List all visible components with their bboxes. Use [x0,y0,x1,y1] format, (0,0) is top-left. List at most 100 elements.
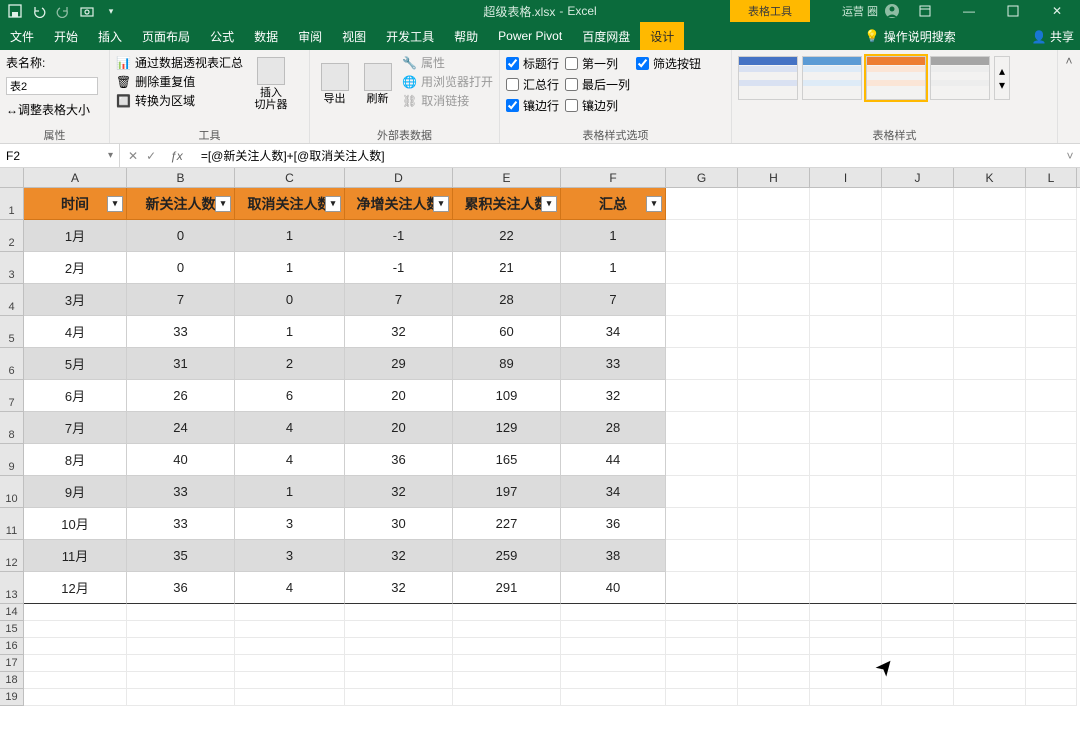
cell[interactable] [954,284,1026,316]
cell[interactable] [882,672,954,689]
chk-banded-cols[interactable]: 镶边列 [565,97,630,114]
cell[interactable] [954,572,1026,604]
row-header[interactable]: 16 [0,638,24,655]
cell[interactable]: 33 [127,476,235,508]
style-thumb-4[interactable] [930,56,990,100]
cell[interactable] [882,540,954,572]
cell[interactable]: 36 [127,572,235,604]
cell[interactable] [882,380,954,412]
cell[interactable]: 净增关注人数▾ [345,188,453,220]
cell[interactable] [1026,444,1077,476]
cell[interactable] [1026,508,1077,540]
minimize-button[interactable]: — [950,0,988,22]
cell[interactable]: 4 [235,572,345,604]
column-header[interactable]: J [882,168,954,187]
cell[interactable] [345,672,453,689]
cell[interactable] [738,316,810,348]
cell[interactable] [666,621,738,638]
filter-button[interactable]: ▾ [107,196,123,212]
cell[interactable] [954,508,1026,540]
cell[interactable] [954,188,1026,220]
cell[interactable] [810,638,882,655]
row-header[interactable]: 15 [0,621,24,638]
cancel-formula-icon[interactable]: ✕ [128,149,138,163]
cell[interactable] [738,655,810,672]
cell[interactable] [954,655,1026,672]
column-header[interactable]: A [24,168,127,187]
cell[interactable]: 109 [453,380,561,412]
tab-item[interactable]: 插入 [88,22,132,50]
cell[interactable]: 5月 [24,348,127,380]
tell-me-input[interactable]: 操作说明搜索 [884,28,964,45]
cell[interactable]: 32 [345,316,453,348]
cell[interactable] [810,188,882,220]
cell[interactable] [1026,284,1077,316]
cell[interactable] [453,672,561,689]
account-name[interactable]: 运营 圈 [842,3,878,19]
cell[interactable] [235,621,345,638]
cell[interactable] [345,689,453,706]
resize-table-button[interactable]: ↔调整表格大小 [6,101,90,118]
tab-item[interactable]: 数据 [244,22,288,50]
row-header[interactable]: 3 [0,252,24,284]
cell[interactable] [738,220,810,252]
cell[interactable] [666,284,738,316]
style-gallery-more[interactable]: ▴▾ [994,56,1010,100]
cell[interactable]: 34 [561,316,666,348]
cell[interactable]: 36 [561,508,666,540]
cell[interactable] [666,689,738,706]
cell[interactable] [666,188,738,220]
cell[interactable]: 20 [345,412,453,444]
cell[interactable]: 取消关注人数▾ [235,188,345,220]
cell[interactable] [127,655,235,672]
cell[interactable]: 32 [345,572,453,604]
cell[interactable] [666,444,738,476]
cell[interactable] [810,348,882,380]
cell[interactable]: 22 [453,220,561,252]
cell[interactable]: 2 [235,348,345,380]
cell[interactable] [127,604,235,621]
cell[interactable] [24,604,127,621]
cell[interactable] [1026,672,1077,689]
cell[interactable]: 33 [561,348,666,380]
cell[interactable] [666,220,738,252]
cell[interactable] [666,655,738,672]
convert-range-button[interactable]: 🔲转换为区域 [116,92,243,109]
cell[interactable]: 11月 [24,540,127,572]
cell[interactable] [882,621,954,638]
column-header[interactable]: C [235,168,345,187]
row-header[interactable]: 7 [0,380,24,412]
cell[interactable] [810,380,882,412]
camera-icon[interactable] [78,2,96,20]
export-button[interactable]: 导出 [316,54,353,114]
formula-input[interactable] [197,144,1060,167]
style-thumb-1[interactable] [738,56,798,100]
save-icon[interactable] [6,2,24,20]
cell[interactable] [666,476,738,508]
tab-item[interactable]: 视图 [332,22,376,50]
name-box-dropdown-icon[interactable]: ▾ [108,150,113,161]
cell[interactable] [1026,220,1077,252]
maximize-button[interactable] [994,0,1032,22]
account-icon[interactable] [884,3,900,19]
cell[interactable]: 12月 [24,572,127,604]
cell[interactable] [954,220,1026,252]
cell[interactable]: 26 [127,380,235,412]
cell[interactable] [1026,572,1077,604]
cell[interactable] [882,220,954,252]
row-header[interactable]: 5 [0,316,24,348]
cell[interactable]: 28 [561,412,666,444]
cell[interactable]: 129 [453,412,561,444]
cell[interactable] [1026,655,1077,672]
cell[interactable] [1026,380,1077,412]
column-header[interactable]: F [561,168,666,187]
cell[interactable]: 4 [235,444,345,476]
cell[interactable] [738,412,810,444]
cell[interactable]: 1 [561,220,666,252]
style-gallery[interactable]: ▴▾ [738,54,1010,100]
cell[interactable]: 32 [345,476,453,508]
chk-banded-rows[interactable]: 镶边行 [506,97,559,114]
tab-item[interactable]: 帮助 [444,22,488,50]
cell[interactable] [738,508,810,540]
cell[interactable] [954,316,1026,348]
